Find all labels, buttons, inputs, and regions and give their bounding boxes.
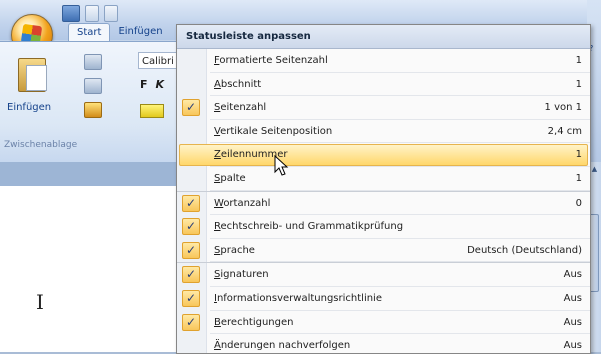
menu-item[interactable]: ✓ Informationsverwaltungsrichtlinie Aus [177,287,590,311]
menu-item[interactable]: ✓ Seitenzahl 1 von 1 [177,96,590,120]
menu-item-label: Rechtschreib- und Grammatikprüfung [214,221,404,233]
clipboard-group-label: Zwischenablage [4,140,78,150]
menu-item-label: Seitenzahl [214,102,267,114]
menu-item-value: 1 [575,149,582,161]
menu-item-value: Deutsch (Deutschland) [467,244,582,256]
menu-item-label: Änderungen nachverfolgen [214,340,351,352]
menu-item[interactable]: Zeilennummer 1 [177,143,590,167]
menu-item-label: Formatierte Seitenzahl [214,55,328,66]
clipboard-mini-tools [84,54,102,126]
customize-status-bar-menu: Statusleiste anpassen Formatierte Seiten… [176,24,591,354]
format-painter-icon[interactable] [84,102,102,118]
checkmark-icon: ✓ [182,313,200,331]
menu-items: Formatierte Seitenzahl 1 Abschnitt 1 ✓ Seiten… [177,49,590,353]
menu-item-label: Spalte [214,172,246,184]
checkmark-icon: ✓ [182,99,200,117]
checkmark-icon: ✓ [182,266,200,284]
menu-item-value: 1 [575,78,582,90]
tab-0[interactable]: Start [68,23,111,41]
menu-item[interactable]: Vertikale Seitenposition 2,4 cm [177,120,590,144]
ribbon-tabs: Start Einfügen [68,23,171,41]
menu-item-value: Aus [563,292,582,304]
checkmark-icon: ✓ [182,289,200,307]
scroll-up-icon[interactable]: ▲ [590,164,599,174]
menu-item[interactable]: ✓ Rechtschreib- und Grammatikprüfung [177,215,590,239]
format-button-1[interactable]: K [156,78,165,91]
document-text-cursor: I [36,290,44,314]
mouse-pointer-icon [274,155,289,176]
checkmark-icon: ✓ [182,218,200,236]
format-button-0[interactable]: F [140,78,148,91]
menu-item-label: Signaturen [214,269,269,281]
tab-1[interactable]: Einfügen [110,23,170,40]
undo-icon[interactable] [85,4,99,22]
menu-item-label: Abschnitt [214,78,262,90]
checkmark-icon: ✓ [182,241,200,259]
menu-item-value: 2,4 cm [547,125,582,137]
copy-icon[interactable] [84,78,102,94]
menu-item-value: Aus [563,269,582,281]
paste-button[interactable]: Einfügen [7,102,51,113]
paste-icon[interactable] [18,54,48,92]
menu-item[interactable]: Änderungen nachverfolgen Aus [177,334,590,353]
menu-item-label: Informationsverwaltungsrichtlinie [214,292,382,304]
menu-item-label: Sprache [214,244,255,256]
menu-item-value: Aus [563,340,582,352]
menu-item[interactable]: ✓ Wortanzahl 0 [177,192,590,216]
menu-title: Statusleiste anpassen [177,25,590,49]
document-page[interactable]: I [0,186,177,352]
menu-item-label: Berechtigungen [214,316,294,328]
menu-item-label: Wortanzahl [214,197,271,209]
highlight-icon[interactable] [140,104,164,118]
menu-item[interactable]: ✓ Berechtigungen Aus [177,311,590,335]
quick-access-toolbar [62,3,118,23]
menu-item-value: 1 [575,172,582,184]
menu-item-value: Aus [563,316,582,328]
menu-item-label: Vertikale Seitenposition [214,125,333,137]
menu-item[interactable]: Formatierte Seitenzahl 1 [177,49,590,73]
checkmark-icon: ✓ [182,194,200,212]
redo-icon[interactable] [104,4,118,22]
menu-item-value: 1 von 1 [544,102,582,114]
menu-item[interactable]: ✓ Sprache Deutsch (Deutschland) [177,239,590,264]
menu-item[interactable]: ✓ Signaturen Aus [177,263,590,287]
menu-item-value: 1 [575,55,582,66]
menu-item[interactable]: Abschnitt 1 [177,73,590,97]
menu-item[interactable]: Spalte 1 [177,167,590,192]
cut-icon[interactable] [84,54,102,70]
format-buttons: FK [140,78,164,91]
menu-item-value: 0 [575,197,582,209]
save-icon[interactable] [62,4,80,22]
